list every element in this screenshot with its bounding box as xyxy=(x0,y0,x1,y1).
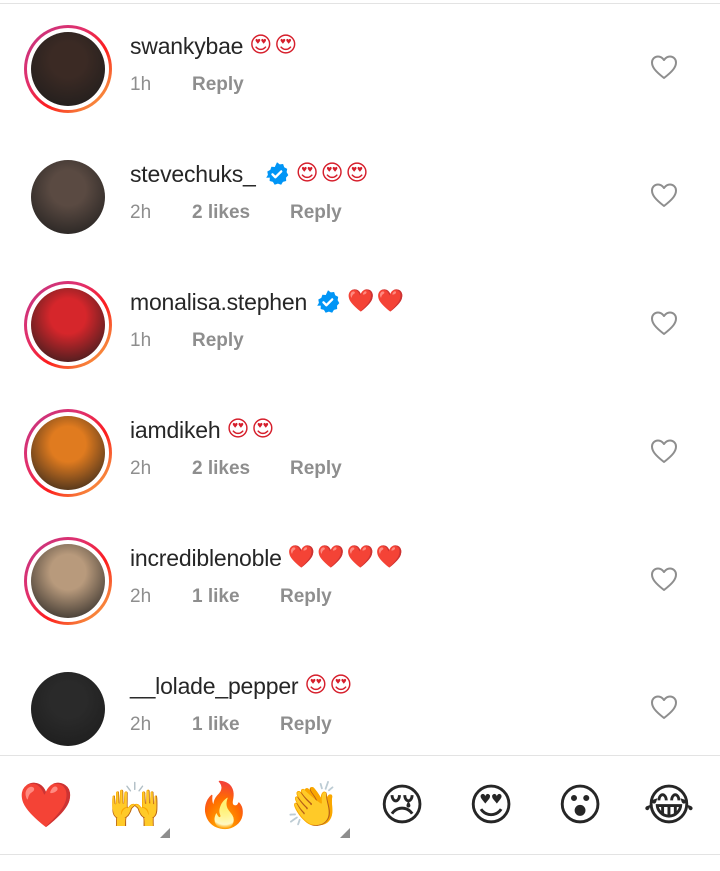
timestamp: 2h xyxy=(130,586,152,607)
avatar-photo xyxy=(31,672,105,746)
avatar-photo xyxy=(31,32,105,106)
comment-list: swankybae 😍😍 1h Reply stevechuks_ 😍😍😍 2h 2 like… xyxy=(0,0,720,755)
avatar[interactable] xyxy=(24,25,112,113)
timestamp: 2h xyxy=(130,458,152,479)
timestamp: 2h xyxy=(130,202,152,223)
red-heart-reaction-button[interactable]: ❤️ xyxy=(18,778,74,834)
avatar-photo xyxy=(31,416,105,490)
username[interactable]: incrediblenoble xyxy=(130,542,282,574)
reply-button[interactable]: Reply xyxy=(280,712,332,738)
username[interactable]: stevechuks_ xyxy=(130,158,256,190)
like-heart-icon[interactable] xyxy=(650,694,678,720)
skin-tone-indicator-icon xyxy=(340,828,350,838)
astonished-face-reaction-button[interactable]: 😮 xyxy=(552,778,608,834)
avatar[interactable] xyxy=(24,409,112,497)
comment-header: incrediblenoble ❤️❤️❤️❤️ xyxy=(130,542,405,574)
reply-button[interactable]: Reply xyxy=(192,328,244,354)
timestamp: 1h xyxy=(130,330,152,351)
comment-text: 😍😍 xyxy=(226,417,277,442)
raising-hands-reaction-button[interactable]: 🙌 xyxy=(107,778,163,834)
comment-meta: 1h Reply xyxy=(130,72,244,98)
like-heart-icon[interactable] xyxy=(650,566,678,592)
comment-row: swankybae 😍😍 1h Reply xyxy=(0,0,720,128)
comment-meta: 2h 2 likes Reply xyxy=(130,200,342,226)
comment-text: 😍😍 xyxy=(249,33,300,58)
username[interactable]: swankybae xyxy=(130,30,243,62)
like-heart-icon[interactable] xyxy=(650,54,678,80)
comment-header: swankybae 😍😍 xyxy=(130,30,299,62)
comment-header: __lolade_pepper 😍😍 xyxy=(130,670,354,702)
reply-button[interactable]: Reply xyxy=(192,72,244,98)
username[interactable]: iamdikeh xyxy=(130,414,221,446)
likes-count[interactable]: 2 likes xyxy=(192,200,290,226)
tears-of-joy-reaction-button[interactable]: 😂 xyxy=(641,778,697,834)
comment-text: 😍😍 xyxy=(304,673,355,698)
likes-count[interactable]: 1 like xyxy=(192,712,280,738)
reply-button[interactable]: Reply xyxy=(290,200,342,226)
comment-text: ❤️❤️❤️❤️ xyxy=(287,545,406,570)
avatar-photo xyxy=(31,288,105,362)
timestamp: 2h xyxy=(130,714,152,735)
avatar[interactable] xyxy=(24,153,112,241)
comment-header: monalisa.stephen ❤️❤️ xyxy=(130,286,406,318)
comment-row: iamdikeh 😍😍 2h 2 likes Reply xyxy=(0,384,720,512)
crying-face-reaction-button[interactable]: 😢 xyxy=(374,778,430,834)
comment-header: iamdikeh 😍😍 xyxy=(130,414,276,446)
heart-eyes-reaction-button[interactable]: 😍 xyxy=(463,778,519,834)
comment-row: __lolade_pepper 😍😍 2h 1 like Reply xyxy=(0,640,720,768)
comment-row: stevechuks_ 😍😍😍 2h 2 likes Reply xyxy=(0,128,720,256)
reply-button[interactable]: Reply xyxy=(280,584,332,610)
comment-meta: 2h 2 likes Reply xyxy=(130,456,342,482)
username[interactable]: monalisa.stephen xyxy=(130,286,307,318)
avatar[interactable] xyxy=(24,281,112,369)
likes-count[interactable]: 1 like xyxy=(192,584,280,610)
comment-text: 😍😍😍 xyxy=(295,161,371,186)
comment-row: monalisa.stephen ❤️❤️ 1h Reply xyxy=(0,256,720,384)
skin-tone-indicator-icon xyxy=(160,828,170,838)
likes-count[interactable]: 2 likes xyxy=(192,456,290,482)
like-heart-icon[interactable] xyxy=(650,310,678,336)
timestamp: 1h xyxy=(130,74,152,95)
fire-reaction-button[interactable]: 🔥 xyxy=(196,778,252,834)
comment-meta: 1h Reply xyxy=(130,328,244,354)
username[interactable]: __lolade_pepper xyxy=(130,670,299,702)
avatar-photo xyxy=(31,160,105,234)
like-heart-icon[interactable] xyxy=(650,438,678,464)
avatar[interactable] xyxy=(24,537,112,625)
verified-badge-icon xyxy=(317,290,340,313)
clapping-hands-reaction-button[interactable]: 👏 xyxy=(285,778,341,834)
comment-row: incrediblenoble ❤️❤️❤️❤️ 2h 1 like Reply xyxy=(0,512,720,640)
avatar[interactable] xyxy=(24,665,112,753)
quick-reaction-bar: ❤️ 🙌 🔥 👏 😢 😍 😮 😂 xyxy=(0,755,720,855)
reply-button[interactable]: Reply xyxy=(290,456,342,482)
verified-badge-icon xyxy=(265,162,288,185)
comment-header: stevechuks_ 😍😍😍 xyxy=(130,158,370,190)
comment-text: ❤️❤️ xyxy=(347,289,406,314)
avatar-photo xyxy=(31,544,105,618)
comment-meta: 2h 1 like Reply xyxy=(130,712,332,738)
like-heart-icon[interactable] xyxy=(650,182,678,208)
comment-meta: 2h 1 like Reply xyxy=(130,584,332,610)
